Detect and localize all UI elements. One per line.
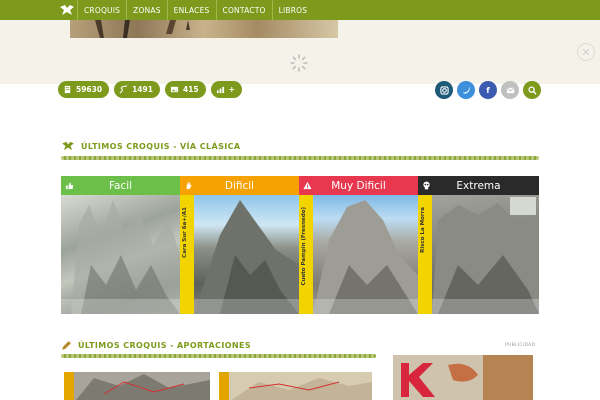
card-label: Facil	[108, 179, 133, 192]
card-label: Dificil	[224, 179, 255, 192]
contrib-thumbnail[interactable]	[219, 372, 372, 400]
route-icon	[119, 85, 128, 94]
route-name: Cara Sur 6a+/A1	[182, 207, 188, 258]
loading-spinner-icon	[290, 54, 308, 72]
ad-label: PUBLICIDAD	[505, 343, 536, 348]
stat-value: +	[228, 85, 235, 94]
hero-banner: ✕	[0, 20, 600, 84]
card-label: Muy Dificil	[331, 179, 386, 192]
card-label: Extrema	[456, 179, 501, 192]
stat-routes-count[interactable]: 1491	[114, 81, 160, 98]
nav-item-libros[interactable]: LIBROS	[271, 0, 314, 20]
stat-value: 415	[182, 85, 199, 94]
signal-icon	[216, 86, 224, 94]
route-photo: Cara Sur 6a+/A1	[180, 195, 299, 314]
card-extrema[interactable]: Extrema Risco La Morra	[418, 176, 539, 314]
document-icon	[64, 85, 71, 94]
image-icon	[170, 86, 179, 93]
card-header[interactable]: Muy Dificil	[299, 176, 418, 195]
stat-croquis-count[interactable]: 59630	[58, 81, 110, 98]
card-facil[interactable]: Facil	[61, 176, 180, 314]
nav-item-contacto[interactable]: CONTACTO	[215, 0, 272, 20]
route-name: Cueto Pampin (Fresnedo)	[301, 207, 307, 286]
stat-value: 1491	[132, 85, 153, 94]
thumbs-up-icon	[65, 182, 74, 190]
hero-photo	[70, 20, 338, 38]
nav-item-enlaces[interactable]: ENLACES	[166, 0, 216, 20]
rope-divider	[61, 156, 539, 160]
section-title-text: ÚLTIMOS CROQUIS - APORTACIONES	[78, 341, 252, 350]
close-icon[interactable]: ✕	[577, 43, 595, 61]
site-logo-icon[interactable]	[57, 0, 77, 20]
twitter-icon[interactable]	[457, 81, 475, 99]
hand-icon	[186, 181, 192, 190]
email-icon[interactable]	[501, 81, 519, 99]
section-title-contrib: ÚLTIMOS CROQUIS - APORTACIONES	[61, 340, 251, 351]
rope-divider	[61, 354, 376, 358]
card-header[interactable]: Extrema	[418, 176, 539, 195]
stats-bar: 59630 1491 415 +	[58, 81, 242, 98]
croquis-logo-icon	[62, 141, 74, 151]
card-header[interactable]: Dificil	[180, 176, 299, 195]
instagram-icon[interactable]	[435, 81, 453, 99]
advertisement-banner[interactable]	[393, 355, 533, 400]
warning-icon	[303, 181, 312, 190]
skull-icon	[423, 181, 430, 190]
difficulty-cards: Facil Dificil Cara Sur 6a+/A1 Muy Difici…	[61, 176, 539, 314]
card-dificil[interactable]: Dificil Cara Sur 6a+/A1	[180, 176, 299, 314]
pencil-icon	[62, 341, 71, 350]
stat-images-count[interactable]: 415	[164, 81, 206, 98]
stat-more[interactable]: +	[210, 81, 242, 98]
contrib-thumbnail[interactable]	[64, 372, 210, 400]
section-title-text: ÚLTIMOS CROQUIS - VÍA CLÁSICA	[81, 141, 241, 151]
facebook-icon[interactable]: f	[479, 81, 497, 99]
card-muy-dificil[interactable]: Muy Dificil Cueto Pampin (Fresnedo)	[299, 176, 418, 314]
nav-item-croquis[interactable]: CROQUIS	[77, 0, 126, 20]
route-photo	[61, 195, 180, 314]
route-photo: Risco La Morra	[418, 195, 539, 314]
route-name: Risco La Morra	[420, 207, 426, 253]
top-navigation-bar: CROQUIS ZONAS ENLACES CONTACTO LIBROS	[0, 0, 600, 20]
route-photo: Cueto Pampin (Fresnedo)	[299, 195, 418, 314]
nav-menu: CROQUIS ZONAS ENLACES CONTACTO LIBROS	[57, 0, 313, 20]
card-header[interactable]: Facil	[61, 176, 180, 195]
nav-item-zonas[interactable]: ZONAS	[126, 0, 167, 20]
section-title-classic: ÚLTIMOS CROQUIS - VÍA CLÁSICA	[61, 141, 240, 151]
stat-value: 59630	[76, 85, 103, 94]
social-links: f	[435, 81, 541, 99]
search-icon[interactable]	[523, 81, 541, 99]
